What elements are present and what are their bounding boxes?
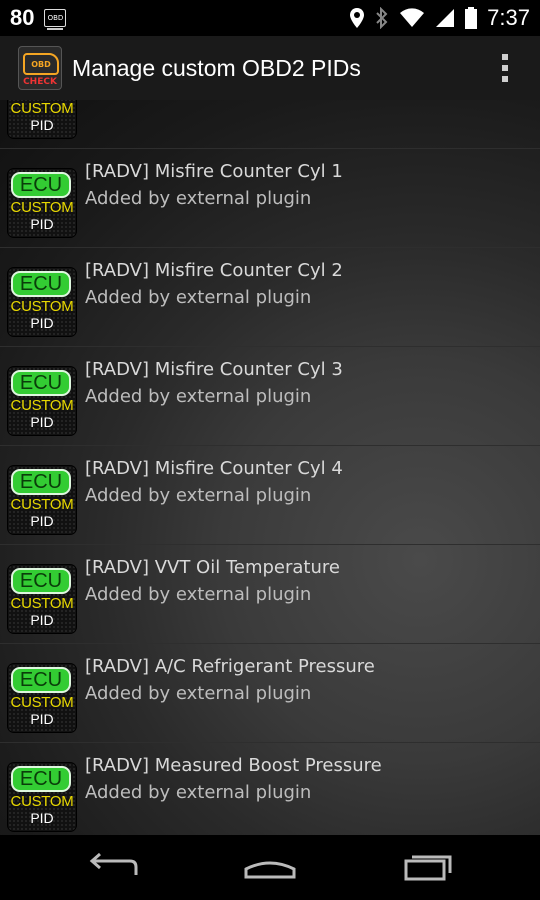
item-subtitle: Added by external plugin bbox=[85, 485, 312, 506]
list-item[interactable]: ECU CUSTOM PID [RADV] VVT Oil Temperature Ad… bbox=[0, 545, 540, 644]
pid-label: PID bbox=[30, 810, 54, 826]
ecu-label: ECU bbox=[11, 568, 71, 594]
ecu-custom-pid-badge-icon: ECUCUSTOMPID bbox=[8, 565, 76, 633]
ecu-label: ECU bbox=[11, 172, 71, 198]
custom-label: CUSTOM bbox=[10, 694, 74, 711]
battery-icon bbox=[465, 7, 478, 29]
clock: 7:37 bbox=[487, 5, 530, 30]
item-title: [RADV] Misfire Counter Cyl 4 bbox=[85, 458, 343, 479]
check-label: CHECK bbox=[23, 77, 57, 87]
ecu-label: ECU bbox=[11, 469, 71, 495]
item-title: [RADV] Measured Boost Pressure bbox=[85, 755, 382, 776]
list-item[interactable]: ECU CUSTOM PID [RADV] Misfire Counter Cyl 3… bbox=[0, 347, 540, 446]
ecu-custom-pid-badge-icon: ECUCUSTOMPID bbox=[8, 367, 76, 435]
back-icon[interactable] bbox=[84, 847, 144, 887]
ecu-custom-pid-badge-icon: ECUCUSTOMPID bbox=[8, 268, 76, 336]
pid-label: PID bbox=[30, 513, 54, 529]
list-item[interactable]: ECUCUSTOMPIDAdded by external plugin bbox=[0, 100, 540, 149]
ecu-custom-pid-badge-icon: ECUCUSTOMPID bbox=[8, 466, 76, 534]
item-title: [RADV] Misfire Counter Cyl 3 bbox=[85, 359, 343, 380]
pid-label: PID bbox=[30, 711, 54, 727]
item-subtitle: Added by external plugin bbox=[85, 584, 312, 605]
pid-list[interactable]: ECUCUSTOMPIDAdded by external pluginECUC… bbox=[0, 100, 540, 835]
ecu-custom-pid-badge-icon: ECUCUSTOMPID bbox=[8, 169, 76, 237]
item-title: [RADV] VVT Oil Temperature bbox=[85, 557, 340, 578]
item-subtitle: Added by external plugin bbox=[85, 683, 312, 704]
status-bar: 80 OBD 7:37 bbox=[0, 0, 540, 36]
item-subtitle: Added by external plugin bbox=[85, 188, 312, 209]
item-title: [RADV] A/C Refrigerant Pressure bbox=[85, 656, 375, 677]
item-title: [RADV] Misfire Counter Cyl 1 bbox=[85, 161, 343, 182]
list-item[interactable]: ECU CUSTOM PID [RADV] Misfire Counter Cyl 4… bbox=[0, 446, 540, 545]
list-item[interactable]: ECU CUSTOM PID [RADV] Measured Boost Pressu… bbox=[0, 743, 540, 835]
bluetooth-icon bbox=[376, 7, 388, 29]
engine-icon-label: OBD bbox=[23, 53, 59, 75]
pid-label: PID bbox=[30, 612, 54, 628]
signal-icon bbox=[436, 9, 455, 27]
item-subtitle: Added by external plugin bbox=[85, 287, 312, 308]
ecu-label: ECU bbox=[11, 766, 71, 792]
custom-label: CUSTOM bbox=[10, 793, 74, 810]
list-item[interactable]: ECU CUSTOM PID [RADV] A/C Refrigerant Press… bbox=[0, 644, 540, 743]
overflow-menu-icon[interactable] bbox=[502, 54, 508, 87]
item-subtitle: Added by external plugin bbox=[85, 782, 312, 803]
custom-label: CUSTOM bbox=[10, 397, 74, 414]
list-item[interactable]: ECU CUSTOM PID [RADV] Misfire Counter Cyl 1… bbox=[0, 149, 540, 248]
custom-label: CUSTOM bbox=[10, 298, 74, 315]
item-title: [RADV] Misfire Counter Cyl 2 bbox=[85, 260, 343, 281]
ecu-custom-pid-badge-icon: ECUCUSTOMPID bbox=[8, 664, 76, 732]
pid-label: PID bbox=[30, 414, 54, 430]
custom-label: CUSTOM bbox=[10, 595, 74, 612]
custom-label: CUSTOM bbox=[10, 496, 74, 513]
ecu-custom-pid-badge-icon: ECUCUSTOMPID bbox=[8, 100, 76, 138]
custom-label: CUSTOM bbox=[10, 100, 74, 117]
app-icon[interactable]: OBD CHECK bbox=[18, 46, 62, 90]
wifi-icon bbox=[400, 8, 425, 27]
obd-notification-icon: OBD bbox=[44, 9, 67, 30]
ecu-label: ECU bbox=[11, 370, 71, 396]
navigation-bar bbox=[0, 835, 540, 900]
recents-icon[interactable] bbox=[398, 847, 458, 887]
pid-label: PID bbox=[30, 216, 54, 232]
home-icon[interactable] bbox=[240, 847, 300, 887]
list-item[interactable]: ECU CUSTOM PID [RADV] Misfire Counter Cyl 2… bbox=[0, 248, 540, 347]
ecu-label: ECU bbox=[11, 667, 71, 693]
item-subtitle: Added by external plugin bbox=[85, 386, 312, 407]
location-icon bbox=[350, 8, 365, 28]
ecu-label: ECU bbox=[11, 271, 71, 297]
pid-label: PID bbox=[30, 117, 54, 133]
action-bar: OBD CHECK Manage custom OBD2 PIDs bbox=[0, 36, 540, 103]
custom-label: CUSTOM bbox=[10, 199, 74, 216]
ecu-custom-pid-badge-icon: ECUCUSTOMPID bbox=[8, 763, 76, 831]
notification-count: 80 bbox=[10, 5, 35, 30]
pid-label: PID bbox=[30, 315, 54, 331]
page-title: Manage custom OBD2 PIDs bbox=[72, 54, 361, 81]
